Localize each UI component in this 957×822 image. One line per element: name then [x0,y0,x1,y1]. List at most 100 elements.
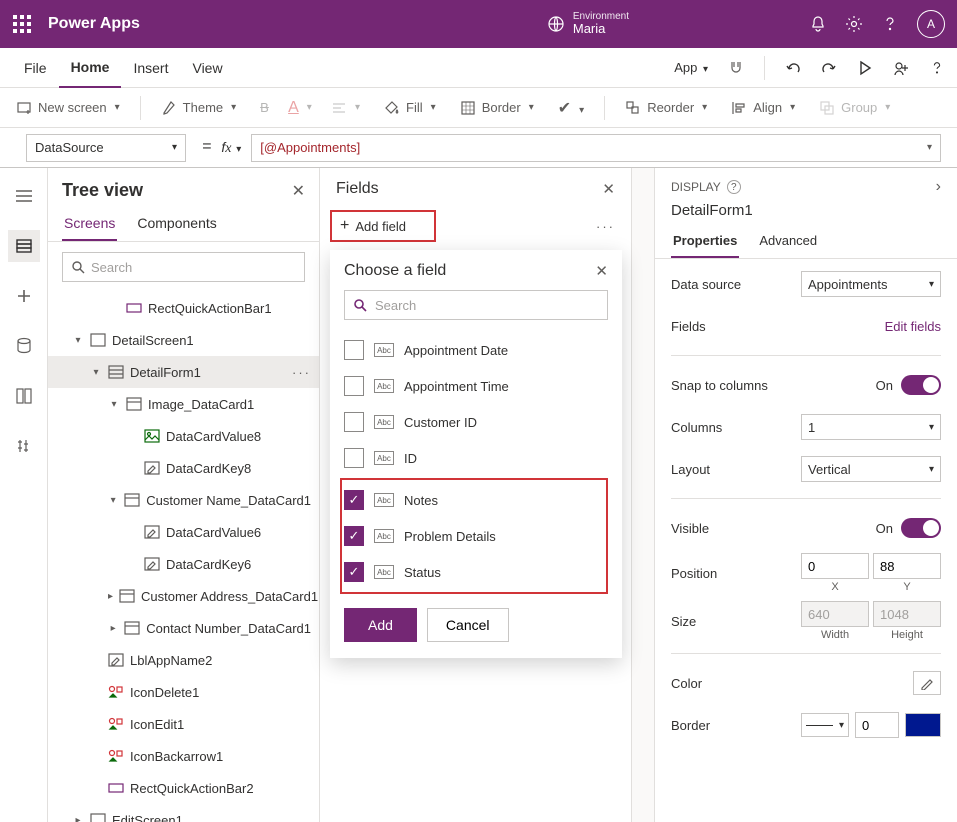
rail-tree-view[interactable] [8,230,40,262]
field-option[interactable]: AbcAppointment Time [344,368,608,404]
border-color-picker[interactable] [905,713,941,737]
checkbox[interactable] [344,412,364,432]
tree-item[interactable]: DataCardValue6 [48,516,319,548]
close-icon[interactable]: ✕ [602,180,615,198]
tree-item-label: Contact Number_DataCard1 [146,621,311,636]
bell-icon[interactable] [809,15,827,33]
tree-item[interactable]: ▾DetailScreen1 [48,324,319,356]
tree-item-label: Customer Address_DataCard1 [141,589,318,604]
help-icon[interactable] [929,60,945,76]
position-x-input[interactable] [801,553,869,579]
rail-data[interactable] [8,330,40,362]
checkbox[interactable] [344,340,364,360]
property-selector[interactable]: DataSource▾ [26,134,186,162]
rail-advanced-tools[interactable] [8,430,40,462]
data-source-select[interactable]: Appointments▾ [801,271,941,297]
columns-select[interactable]: 1▾ [801,414,941,440]
visible-toggle[interactable] [901,518,941,538]
tree-item[interactable]: RectQuickActionBar2 [48,772,319,804]
fields-label: Fields [671,319,706,334]
field-option[interactable]: AbcID [344,440,608,476]
app-checker-icon[interactable] [728,60,744,76]
color-picker[interactable] [913,671,941,695]
close-icon[interactable]: ✕ [595,262,608,280]
checkbox[interactable]: ✓ [344,490,364,510]
checkbox[interactable] [344,376,364,396]
tree-item[interactable]: ▸EditScreen1 [48,804,319,822]
more-icon[interactable]: ··· [596,219,615,234]
tree-item[interactable]: RectQuickActionBar1 [48,292,319,324]
cancel-button[interactable]: Cancel [427,608,509,642]
environment-picker[interactable]: Environment Maria [547,11,629,36]
tree-search-input[interactable]: Search [62,252,305,282]
tree-item[interactable]: ▸Contact Number_DataCard1 [48,612,319,644]
add-field-button[interactable]: + Add field [334,214,412,238]
formula-input[interactable]: [@Appointments] ▾ [251,134,941,162]
tree-item[interactable]: ▸Customer Address_DataCard1 [48,580,319,612]
choose-search-input[interactable]: Search [344,290,608,320]
field-option[interactable]: ✓AbcNotes [344,482,570,518]
new-screen-button[interactable]: New screen▾ [8,88,128,127]
chevron-right-icon[interactable]: › [936,178,941,196]
info-icon[interactable]: ? [727,180,741,194]
app-dropdown[interactable]: App ▾ [674,60,708,75]
tree-item[interactable]: DataCardValue8 [48,420,319,452]
align-button[interactable]: Align▾ [723,88,803,127]
tree-item[interactable]: IconEdit1 [48,708,319,740]
snap-to-columns-toggle[interactable] [901,375,941,395]
field-option[interactable]: AbcCustomer ID [344,404,608,440]
help-icon[interactable] [881,15,899,33]
field-option[interactable]: ✓AbcStatus [344,554,570,590]
add-button[interactable]: Add [344,608,417,642]
menu-insert[interactable]: Insert [121,48,180,88]
border-width-input[interactable] [855,712,899,738]
layout-select[interactable]: Vertical▾ [801,456,941,482]
theme-button[interactable]: Theme▾ [153,88,245,127]
checkbox[interactable]: ✓ [344,526,364,546]
size-height-input[interactable] [873,601,941,627]
edit-fields-link[interactable]: Edit fields [885,319,941,334]
rail-hamburger[interactable] [8,180,40,212]
columns-label: Columns [671,420,722,435]
border-button[interactable]: Border▾ [452,88,542,127]
tree-item[interactable]: ▾DetailForm1··· [48,356,319,388]
tab-components[interactable]: Components [135,209,218,241]
close-icon[interactable]: ✕ [292,181,305,201]
more-button[interactable]: ✔▾ [550,88,592,127]
field-option[interactable]: ✓AbcProblem Details [344,518,570,554]
share-icon[interactable] [893,60,909,76]
tree-item[interactable]: DataCardKey8 [48,452,319,484]
play-icon[interactable] [857,60,873,76]
undo-icon[interactable] [785,60,801,76]
tree-item[interactable]: DataCardKey6 [48,548,319,580]
waffle-icon[interactable] [12,14,32,34]
menu-home[interactable]: Home [59,48,122,88]
field-option[interactable]: AbcAppointment Date [344,332,608,368]
fill-button[interactable]: Fill▾ [376,88,444,127]
tree-item[interactable]: IconDelete1 [48,676,319,708]
tab-screens[interactable]: Screens [62,209,117,241]
border-style-select[interactable]: ▾ [801,713,849,737]
layout-label: Layout [671,462,710,477]
tree-item[interactable]: ▾Image_DataCard1 [48,388,319,420]
gear-icon[interactable] [845,15,863,33]
reorder-button[interactable]: Reorder▾ [617,88,715,127]
chevron-icon: ▾ [108,495,118,506]
tree-item[interactable]: ▾Customer Name_DataCard1 [48,484,319,516]
rail-media[interactable] [8,380,40,412]
app-title: Power Apps [48,15,140,33]
tree-item[interactable]: IconBackarrow1 [48,740,319,772]
checkbox[interactable]: ✓ [344,562,364,582]
position-y-input[interactable] [873,553,941,579]
tab-properties[interactable]: Properties [671,227,739,258]
rail-insert[interactable] [8,280,40,312]
tab-advanced[interactable]: Advanced [757,227,819,258]
tree-item[interactable]: LblAppName2 [48,644,319,676]
size-width-input[interactable] [801,601,869,627]
avatar[interactable]: A [917,10,945,38]
menu-view[interactable]: View [180,48,234,88]
checkbox[interactable] [344,448,364,468]
more-icon[interactable]: ··· [292,365,311,380]
redo-icon[interactable] [821,60,837,76]
menu-file[interactable]: File [12,48,59,88]
